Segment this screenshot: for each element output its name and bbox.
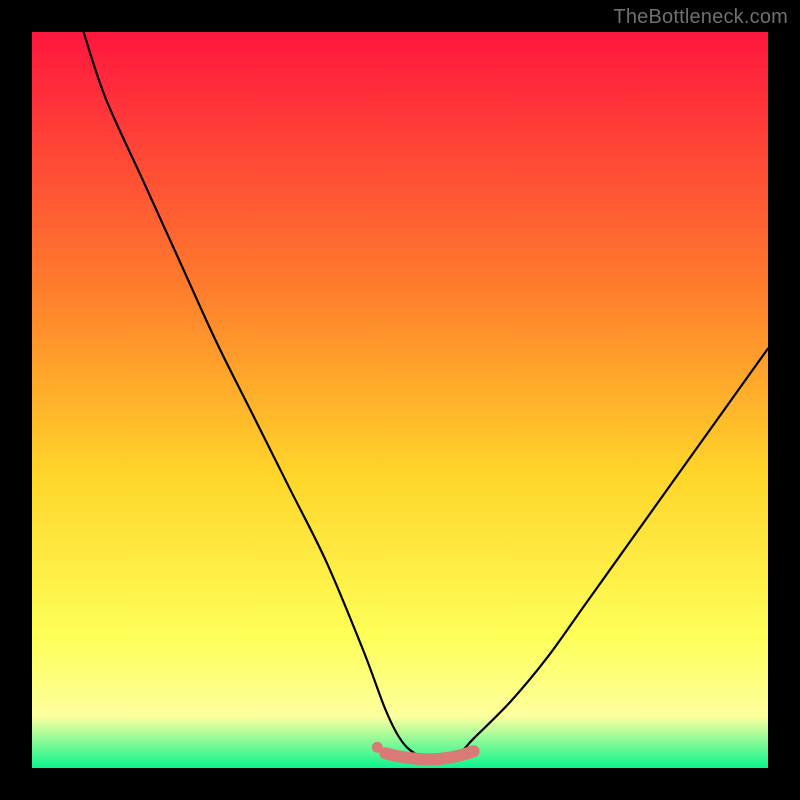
chart-svg xyxy=(32,32,768,768)
minimum-dot xyxy=(372,742,383,753)
plot-area xyxy=(32,32,768,768)
gradient-background xyxy=(32,32,768,768)
attribution-label: TheBottleneck.com xyxy=(613,6,788,29)
chart-frame: TheBottleneck.com xyxy=(0,0,800,800)
